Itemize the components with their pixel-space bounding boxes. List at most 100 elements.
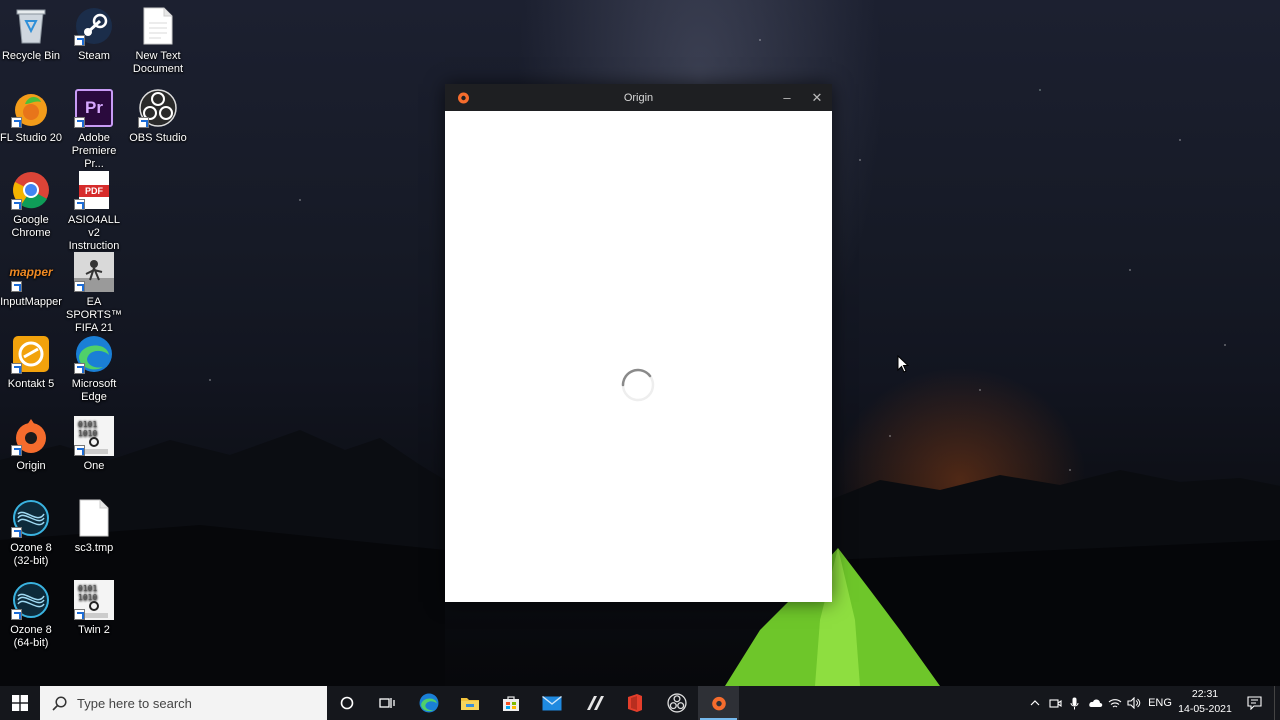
desktop-icon-one[interactable]: 0101 1010 One	[63, 416, 125, 473]
desktop-icon-kontakt-5[interactable]: Kontakt 5	[0, 334, 62, 391]
origin-window[interactable]: Origin – ✕	[445, 84, 832, 602]
origin-icon	[11, 416, 51, 456]
office-icon	[628, 694, 642, 712]
shortcut-arrow-icon	[74, 199, 85, 210]
cortana-button[interactable]	[327, 686, 367, 720]
taskbar-edge-button[interactable]	[409, 686, 449, 720]
desktop-icon-google-chrome[interactable]: Google Chrome	[0, 170, 62, 240]
task-view-icon	[379, 698, 395, 708]
desktop-icon-ozone-8-64[interactable]: Ozone 8 (64-bit)	[0, 580, 62, 650]
desktop-icon-twin-2[interactable]: 0101 1010 Twin 2	[63, 580, 125, 637]
taskbar-notes-app-button[interactable]	[574, 686, 616, 720]
cloud-icon	[1088, 699, 1102, 707]
taskbar-file-explorer-button[interactable]	[450, 686, 490, 720]
shortcut-arrow-icon	[74, 117, 85, 128]
taskbar-store-button[interactable]	[491, 686, 531, 720]
desktop-icon-obs-studio[interactable]: OBS Studio	[127, 88, 189, 145]
shortcut-arrow-icon	[74, 281, 85, 292]
taskbar-obs-button[interactable]	[657, 686, 697, 720]
desktop-icon-label: EA SPORTS™ FIFA 21	[65, 296, 123, 334]
clock-time: 22:31	[1191, 688, 1219, 700]
desktop-icon-recycle-bin[interactable]: Recycle Bin	[0, 6, 62, 63]
camera-icon	[1048, 698, 1062, 708]
desktop-icon-origin[interactable]: Origin	[0, 416, 62, 473]
origin-logo-icon	[458, 92, 469, 104]
minimize-button[interactable]: –	[777, 88, 797, 108]
text-file-icon	[138, 6, 178, 46]
desktop-icon-fifa-21[interactable]: EA SPORTS™ FIFA 21	[63, 252, 125, 335]
shortcut-arrow-icon	[11, 199, 22, 210]
shortcut-arrow-icon	[11, 281, 22, 292]
loading-spinner-icon	[621, 368, 655, 402]
svg-text:0101: 0101	[78, 584, 97, 593]
show-hidden-icons-button[interactable]	[1026, 686, 1044, 720]
desktop-icon-label: Adobe Premiere Pr...	[71, 132, 117, 170]
tray-meet-now-button[interactable]	[1046, 686, 1064, 720]
start-button[interactable]	[0, 686, 40, 720]
window-titlebar[interactable]: Origin – ✕	[445, 84, 832, 111]
pdf-icon: PDF	[74, 170, 114, 210]
shortcut-arrow-icon	[74, 445, 85, 456]
windows-logo-icon	[12, 695, 28, 711]
kontakt-icon	[11, 334, 51, 374]
tray-network-button[interactable]	[1106, 686, 1124, 720]
desktop-icon-label: OBS Studio	[129, 132, 187, 144]
desktop-icon-label: Steam	[78, 50, 110, 62]
desktop-icon-label: FL Studio 20	[0, 132, 62, 144]
desktop-icon-label: Recycle Bin	[1, 50, 61, 62]
inputmapper-logo-text: mapper	[9, 264, 53, 279]
search-placeholder: Type here to search	[77, 695, 192, 711]
desktop-icon-adobe-premiere[interactable]: Pr Adobe Premiere Pr...	[63, 88, 125, 171]
desktop-icon-ozone-8-32[interactable]: Ozone 8 (32-bit)	[0, 498, 62, 568]
obs-icon	[138, 88, 178, 128]
fl-studio-icon	[11, 88, 51, 128]
store-bag-icon	[503, 696, 519, 711]
show-desktop-button[interactable]	[1274, 686, 1280, 720]
desktop-icon-inputmapper[interactable]: mapper InputMapper	[0, 252, 62, 309]
desktop-icon-label: Origin	[16, 460, 46, 472]
desktop-icon-label: Ozone 8 (64-bit)	[10, 624, 52, 649]
tray-volume-button[interactable]	[1125, 686, 1143, 720]
mail-icon	[542, 695, 562, 710]
blank-file-icon	[74, 498, 114, 538]
fifa-icon	[74, 252, 114, 292]
edge-icon	[74, 334, 114, 374]
svg-text:0101: 0101	[78, 420, 97, 429]
recycle-bin-icon	[11, 6, 51, 46]
desktop-icon-microsoft-edge[interactable]: Microsoft Edge	[63, 334, 125, 404]
tray-microphone-button[interactable]	[1066, 686, 1082, 720]
desktop-icon-steam[interactable]: Steam	[63, 6, 125, 63]
taskbar-office-button[interactable]	[615, 686, 655, 720]
desktop-icon-label: Microsoft Edge	[71, 378, 117, 403]
shortcut-arrow-icon	[74, 35, 85, 46]
tray-language-button[interactable]: ENG	[1146, 686, 1174, 720]
wifi-icon	[1108, 699, 1122, 708]
microphone-icon	[1070, 697, 1078, 709]
taskbar-origin-button[interactable]	[698, 686, 739, 720]
taskbar-clock[interactable]: 22:31 14-05-2021	[1175, 687, 1235, 717]
taskbar-search-box[interactable]: Type here to search	[40, 686, 327, 720]
ozone-icon	[11, 580, 51, 620]
shortcut-arrow-icon	[138, 117, 149, 128]
desktop-icon-label: sc3.tmp	[74, 542, 114, 554]
pdf-badge: PDF	[79, 185, 109, 197]
window-title: Origin	[623, 91, 654, 104]
desktop-icon-fl-studio[interactable]: FL Studio 20	[0, 88, 62, 145]
desktop-icon-sc3-tmp[interactable]: sc3.tmp	[63, 498, 125, 555]
task-view-button[interactable]	[367, 686, 407, 720]
desktop-icon-label: Ozone 8 (32-bit)	[10, 542, 52, 567]
folder-icon	[461, 698, 479, 710]
close-button[interactable]: ✕	[807, 88, 827, 108]
clock-date: 14-05-2021	[1178, 703, 1232, 715]
taskbar-mail-button[interactable]	[532, 686, 572, 720]
action-center-button[interactable]	[1240, 686, 1268, 720]
desktop-icon-label: Kontakt 5	[7, 378, 55, 390]
tray-onedrive-button[interactable]	[1085, 686, 1105, 720]
slash-app-icon	[587, 696, 604, 710]
svg-text:1010: 1010	[78, 593, 97, 602]
bfilter-twin-icon: 0101 1010	[74, 580, 114, 620]
shortcut-arrow-icon	[11, 117, 22, 128]
desktop-icon-new-text-document[interactable]: New Text Document	[127, 6, 189, 76]
desktop-icon-label: One	[83, 460, 105, 472]
origin-icon	[711, 696, 726, 711]
